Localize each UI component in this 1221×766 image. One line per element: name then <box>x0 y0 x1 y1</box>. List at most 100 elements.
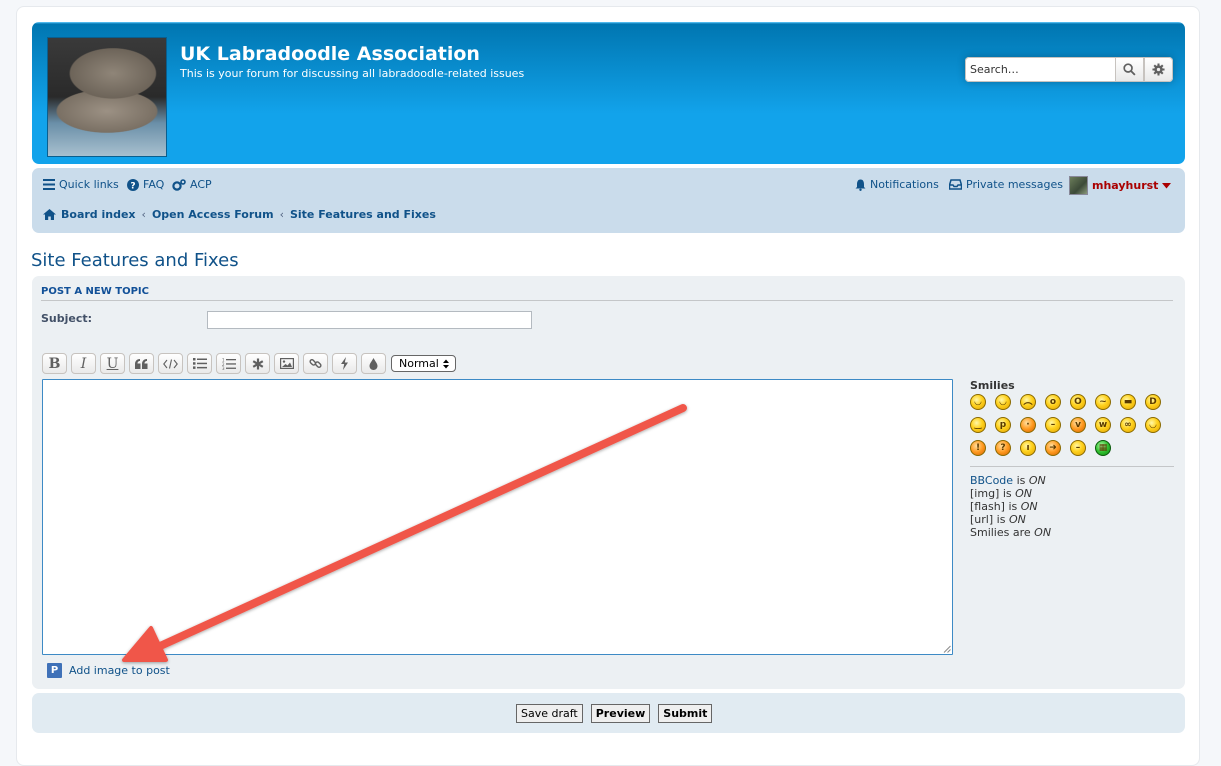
acp-label: ACP <box>190 178 212 191</box>
url-status-line: [url] is ON <box>970 513 1026 526</box>
breadcrumb-board-index[interactable]: Board index <box>43 208 136 221</box>
bold-icon: B <box>48 355 61 372</box>
username: mhayhurst <box>1092 179 1159 192</box>
advanced-search-button[interactable] <box>1144 57 1173 82</box>
home-icon <box>43 209 56 220</box>
site-logo[interactable] <box>47 37 167 157</box>
nav-links-row: Quick links ? FAQ ACP Notifications Priv… <box>43 176 1175 195</box>
quick-links-label: Quick links <box>59 178 119 191</box>
smiley-evil-icon[interactable]: v <box>1070 417 1086 433</box>
smiley-twisted-icon[interactable]: w <box>1095 417 1111 433</box>
code-button[interactable] <box>158 353 183 374</box>
font-size-value: Normal <box>399 357 439 370</box>
acp-link[interactable]: ACP <box>172 178 212 191</box>
search-button[interactable] <box>1115 57 1144 82</box>
color-button[interactable] <box>361 353 386 374</box>
quote-button[interactable] <box>129 353 154 374</box>
cogs-icon <box>172 178 186 191</box>
italic-button[interactable]: I <box>71 353 96 374</box>
list-button[interactable] <box>187 353 212 374</box>
inbox-icon <box>949 179 962 190</box>
editor-toolbar: B I U 123 Normal <box>42 353 456 374</box>
site-title[interactable]: UK Labradoodle Association <box>180 43 480 65</box>
site-description: This is your forum for discussing all la… <box>180 67 525 80</box>
postimage-icon: P <box>47 663 62 678</box>
breadcrumb-open-access-forum[interactable]: Open Access Forum <box>152 208 274 221</box>
smiley-cool-icon[interactable]: ▬ <box>1120 394 1136 410</box>
subject-label: Subject: <box>41 312 93 325</box>
list-icon <box>192 358 207 369</box>
search-icon <box>1123 63 1136 76</box>
smiley-biggrin-icon[interactable]: ◡ <box>970 394 986 410</box>
select-arrows-icon <box>442 359 449 368</box>
smiley-smile-icon[interactable]: ◡ <box>995 394 1011 410</box>
list-item-button[interactable] <box>245 353 270 374</box>
flash-button[interactable] <box>332 353 357 374</box>
smiley-razz-icon[interactable]: p <box>995 417 1011 433</box>
breadcrumb-separator-icon: ‹ <box>141 208 146 221</box>
user-menu[interactable]: mhayhurst <box>1069 176 1172 195</box>
subject-input[interactable] <box>207 311 532 329</box>
img-status-line: [img] is ON <box>970 487 1033 500</box>
breadcrumb: Board index ‹ Open Access Forum ‹ Site F… <box>43 208 436 221</box>
bars-icon <box>43 179 55 190</box>
page-title[interactable]: Site Features and Fixes <box>31 250 239 271</box>
breadcrumb-site-features[interactable]: Site Features and Fixes <box>290 208 436 221</box>
svg-text:?: ? <box>130 181 135 191</box>
submit-buttons: Save draft Preview Submit <box>516 704 713 723</box>
message-textarea[interactable] <box>42 379 953 655</box>
smiley-eek-icon[interactable]: O <box>1070 394 1086 410</box>
smiley-rolleyes-icon[interactable]: ∞ <box>1120 417 1136 433</box>
underline-button[interactable]: U <box>100 353 125 374</box>
resize-handle-icon[interactable] <box>943 645 951 653</box>
add-image-to-post-link[interactable]: P Add image to post <box>47 663 170 678</box>
submit-button[interactable]: Submit <box>658 704 713 723</box>
smiley-neutral-icon[interactable]: – <box>1045 417 1061 433</box>
font-size-select[interactable]: Normal <box>391 355 456 372</box>
smiley-geek-icon[interactable]: – <box>1070 440 1086 456</box>
smiley-mad-icon[interactable]: ‿ <box>970 417 986 433</box>
question-circle-icon: ? <box>127 178 139 191</box>
smiley-sad-icon[interactable]: ︵ <box>1020 394 1036 410</box>
private-messages-link[interactable]: Private messages <box>949 178 1063 191</box>
numbered-list-button[interactable]: 123 <box>216 353 241 374</box>
quick-links-menu[interactable]: Quick links <box>43 178 119 191</box>
preview-button[interactable]: Preview <box>590 704 651 723</box>
smiley-confused-icon[interactable]: ~ <box>1095 394 1111 410</box>
bold-button[interactable]: B <box>42 353 67 374</box>
sidebar-divider <box>970 466 1174 467</box>
bolt-icon <box>341 357 348 370</box>
image-button[interactable] <box>274 353 299 374</box>
search-input[interactable] <box>965 57 1115 82</box>
faq-link[interactable]: ? FAQ <box>127 178 164 191</box>
image-icon <box>279 358 294 369</box>
smiley-ugeek-icon[interactable]: ▦ <box>1095 440 1111 456</box>
faq-label: FAQ <box>143 178 165 191</box>
underline-icon: U <box>106 355 119 372</box>
tint-icon <box>369 357 378 370</box>
panel-heading: POST A NEW TOPIC <box>41 286 1173 301</box>
smiley-embarrassed-icon[interactable]: · <box>1020 417 1036 433</box>
search-box <box>965 57 1173 82</box>
notifications-link[interactable]: Notifications <box>855 178 939 191</box>
quote-icon <box>135 358 148 369</box>
submit-buttons-bar: Save draft Preview Submit <box>32 693 1185 733</box>
smiley-idea-icon[interactable]: ı <box>1020 440 1036 456</box>
bbcode-link[interactable]: BBCode <box>970 474 1013 487</box>
bbcode-status-line: BBCode is ON <box>970 474 1046 487</box>
bbcode-status: BBCode is ON [img] is ON [flash] is ON [… <box>970 474 1051 539</box>
smiley-surprised-icon[interactable]: o <box>1045 394 1061 410</box>
notifications-label: Notifications <box>870 178 939 191</box>
smiley-laughing-icon[interactable]: D <box>1145 394 1161 410</box>
link-button[interactable] <box>303 353 328 374</box>
save-draft-button[interactable]: Save draft <box>516 704 583 723</box>
smiley-exclaim-icon[interactable]: ! <box>970 440 986 456</box>
smiley-question-icon[interactable]: ? <box>995 440 1011 456</box>
avatar <box>1069 176 1088 195</box>
header-bar: UK Labradoodle Association This is your … <box>32 22 1185 164</box>
caret-down-icon <box>1162 182 1172 188</box>
gear-icon <box>1152 63 1165 76</box>
smiley-wink-icon[interactable]: ◡ <box>1145 417 1161 433</box>
private-messages-label: Private messages <box>966 178 1064 191</box>
smiley-arrow-icon[interactable]: ➜ <box>1045 440 1061 456</box>
